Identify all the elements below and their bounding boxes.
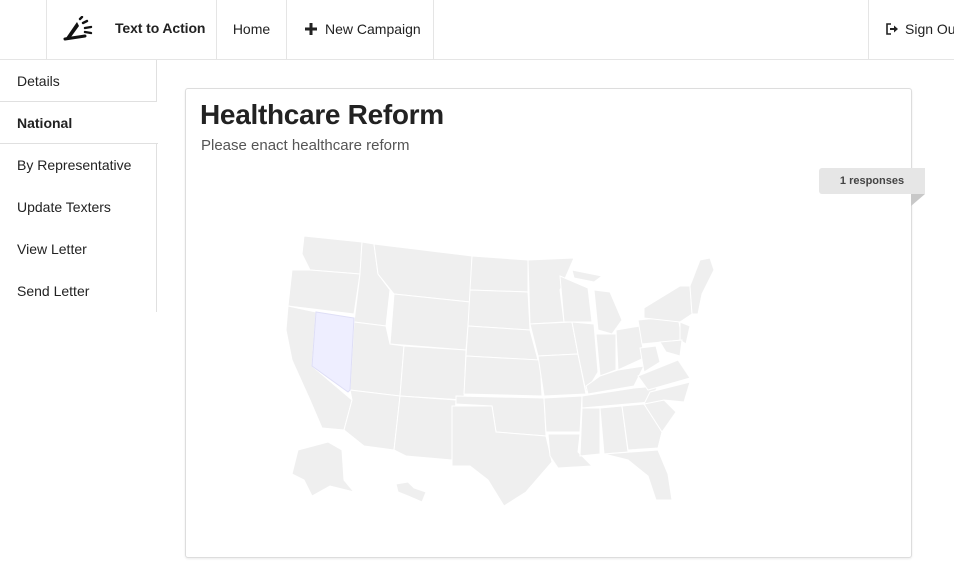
state-washington — [301, 235, 363, 275]
nav-sign-out-label: Sign Out — [905, 21, 954, 37]
state-new-mexico — [393, 395, 457, 461]
state-iowa — [529, 321, 579, 357]
sidebar-item-details[interactable]: Details — [0, 60, 157, 102]
top-navbar: Text to Action Home New Campaign Sign Ou… — [0, 0, 954, 60]
nav-new-campaign-link[interactable]: New Campaign — [287, 0, 434, 59]
state-maryland — [659, 339, 683, 357]
state-arkansas — [543, 395, 583, 433]
state-oregon — [287, 269, 361, 315]
megaphone-icon — [63, 16, 93, 41]
brand-link[interactable]: Text to Action — [46, 0, 217, 59]
sidebar-item-national[interactable]: National — [0, 102, 158, 144]
sidebar-item-update-texters[interactable]: Update Texters — [0, 186, 157, 228]
state-north-dakota — [469, 255, 529, 293]
state-nebraska — [465, 325, 539, 361]
sidebar-item-by-representative[interactable]: By Representative — [0, 144, 157, 186]
state-mississippi — [579, 407, 601, 457]
state-new-york — [643, 285, 693, 323]
state-colorado — [399, 345, 467, 401]
sign-out-icon — [886, 23, 898, 35]
state-south-dakota — [467, 289, 531, 331]
page-title: Healthcare Reform — [200, 99, 444, 130]
state-florida — [603, 449, 673, 501]
state-wisconsin — [559, 275, 593, 323]
sidebar-item-view-letter[interactable]: View Letter — [0, 228, 157, 270]
state-hawaii — [395, 481, 427, 503]
brand-name: Text to Action — [115, 20, 206, 36]
responses-badge: 1 responses — [819, 168, 925, 194]
nav-new-campaign-label: New Campaign — [325, 21, 421, 37]
sidebar-item-send-letter[interactable]: Send Letter — [0, 270, 157, 312]
nav-sign-out-link[interactable]: Sign Out — [868, 0, 954, 59]
campaign-sidebar: Details National By Representative Updat… — [0, 60, 158, 312]
state-arizona — [343, 389, 401, 451]
state-alaska — [291, 441, 356, 497]
nav-home-link[interactable]: Home — [217, 0, 287, 59]
state-new-england — [689, 257, 715, 315]
ribbon-fold — [911, 194, 925, 206]
state-wyoming — [389, 293, 471, 351]
us-states-map — [285, 235, 715, 507]
state-missouri — [537, 353, 587, 397]
state-kansas — [463, 355, 543, 397]
state-indiana — [595, 333, 617, 377]
plus-icon — [305, 23, 317, 35]
page-subtitle: Please enact healthcare reform — [201, 137, 410, 154]
